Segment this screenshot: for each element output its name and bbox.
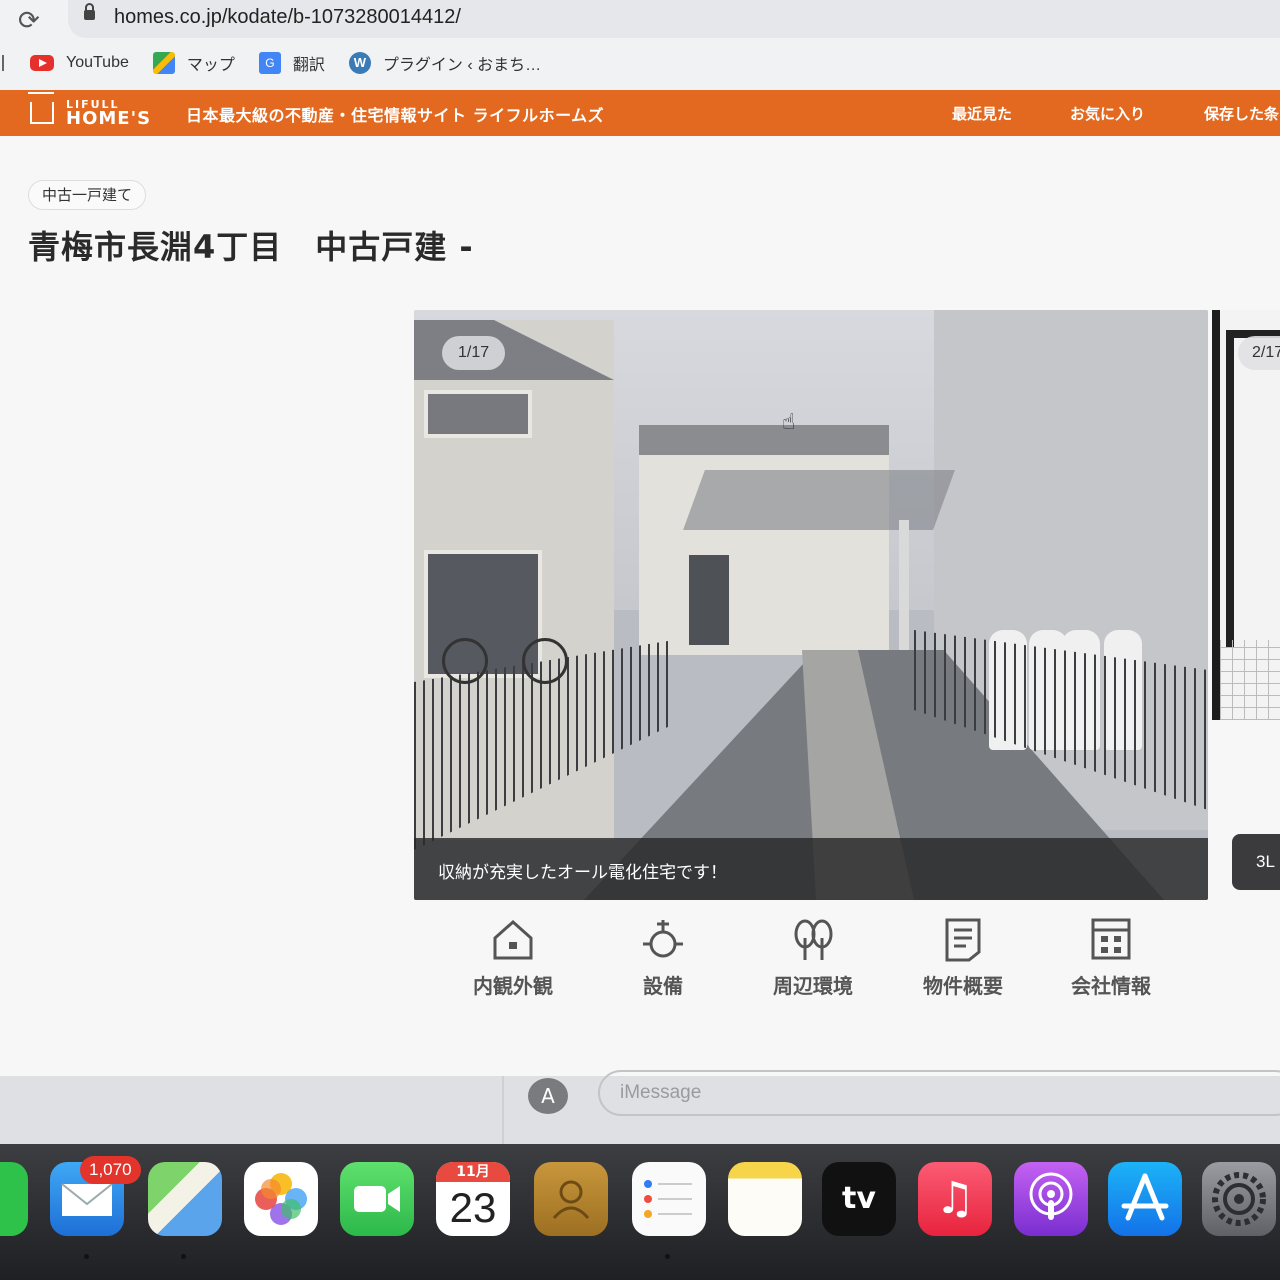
maps-app-icon[interactable] xyxy=(148,1162,222,1236)
app-store-a-icon xyxy=(1121,1173,1169,1221)
photo-roof xyxy=(639,425,889,455)
category-label: 内観外観 xyxy=(473,974,553,998)
site-tagline: 日本最大級の不動産・住宅情報サイト ライフルホームズ xyxy=(186,106,605,125)
bookmark-youtube[interactable]: YouTube xyxy=(30,54,129,72)
main-photo[interactable]: 1/17 ☝ 収納が充実したオール電化住宅です！ xyxy=(414,310,1208,900)
photos-app-icon[interactable] xyxy=(244,1162,318,1236)
trees-icon xyxy=(794,919,833,960)
system-settings-app-icon[interactable] xyxy=(1202,1162,1276,1236)
messages-divider xyxy=(502,1076,504,1144)
apple-tv-app-icon[interactable]: tv xyxy=(822,1162,896,1236)
translate-icon: G xyxy=(258,52,281,74)
facetime-app-icon[interactable] xyxy=(340,1162,414,1236)
site-logo[interactable]: LIFULL HOME'S xyxy=(28,98,158,130)
building-icon xyxy=(1091,918,1131,960)
category-interior-exterior[interactable]: 内観外観 xyxy=(438,916,588,999)
category-surroundings[interactable]: 周辺環境 xyxy=(738,916,888,999)
equipment-icon xyxy=(643,920,683,958)
floorplan-grid xyxy=(1220,640,1280,720)
lock-icon xyxy=(84,3,95,20)
category-badge: 中古一戸建て xyxy=(28,180,147,210)
document-icon xyxy=(945,918,981,962)
video-camera-icon xyxy=(354,1186,400,1212)
reminders-app-icon[interactable] xyxy=(632,1162,706,1236)
photo-bicycle xyxy=(442,620,572,684)
category-property-summary[interactable]: 物件概要 xyxy=(888,916,1038,999)
address-bar[interactable]: homes.co.jp/kodate/b-1073280014412/ xyxy=(68,0,1280,38)
page-title: 青梅市長淵4丁目 中古戸建 - xyxy=(28,228,474,266)
nav-favorites[interactable]: お気に入り xyxy=(1070,103,1145,124)
bookmarks-bar: YouTube マップ G 翻訳 W プラグイン ‹ おまち… xyxy=(0,46,1280,80)
running-indicator xyxy=(181,1254,186,1259)
photos-flower-icon xyxy=(255,1173,307,1225)
calendar-day: 23 xyxy=(449,1184,497,1231)
messages-app-icon[interactable] xyxy=(0,1162,28,1236)
logo-house-icon xyxy=(30,102,54,124)
next-photo-caption: 3L xyxy=(1232,834,1280,890)
nav-saved[interactable]: 保存した条 xyxy=(1204,103,1279,124)
url-text[interactable]: homes.co.jp/kodate/b-1073280014412/ xyxy=(114,6,461,29)
photo-caption: 収納が充実したオール電化住宅です！ xyxy=(438,863,727,883)
bicycle-wheel xyxy=(522,638,568,684)
photo-house-center xyxy=(639,425,889,655)
running-indicator xyxy=(84,1254,89,1259)
macos-dock: 1,070 11月 23 tv ♫ xyxy=(0,1144,1280,1280)
hand-cursor-icon: ☝ xyxy=(782,410,796,435)
browser-chrome: ⟳ homes.co.jp/kodate/b-1073280014412/ Yo… xyxy=(0,0,1280,90)
app-store-apps-icon[interactable]: A xyxy=(528,1078,568,1114)
reload-icon[interactable]: ⟳ xyxy=(18,6,40,36)
calendar-month: 11月 xyxy=(436,1162,510,1182)
logo-text-big: HOME'S xyxy=(66,108,152,129)
contacts-app-icon[interactable] xyxy=(534,1162,608,1236)
category-label: 物件概要 xyxy=(923,974,1003,998)
imessage-input[interactable]: iMessage xyxy=(598,1070,1280,1116)
listing-page: 中古一戸建て 青梅市長淵4丁目 中古戸建 - 1/17 ☝ 収納が充実したオール… xyxy=(0,136,1280,1076)
category-company-info[interactable]: 会社情報 xyxy=(1036,916,1186,999)
floorplan-drawing xyxy=(1226,330,1280,648)
bicycle-wheel xyxy=(442,638,488,684)
music-note-icon: ♫ xyxy=(935,1173,975,1224)
bookmark-translate[interactable]: G 翻訳 xyxy=(258,51,325,75)
running-indicator xyxy=(665,1254,670,1259)
photo-counter: 1/17 xyxy=(442,336,506,370)
category-label: 設備 xyxy=(643,974,683,998)
photo-window xyxy=(424,390,532,438)
category-label: 周辺環境 xyxy=(773,974,853,998)
youtube-icon xyxy=(30,55,54,71)
bookmark-plugin[interactable]: W プラグイン ‹ おまち… xyxy=(348,51,542,75)
photo-caption-bar: 収納が充実したオール電化住宅です！ xyxy=(414,838,1208,900)
podcasts-app-icon[interactable] xyxy=(1014,1162,1088,1236)
bookmark-label: 翻訳 xyxy=(292,57,325,74)
category-nav: 内観外観 設備 周辺環境 物件概要 会社情報 xyxy=(438,916,1198,1016)
calendar-app-icon[interactable]: 11月 23 xyxy=(436,1162,510,1236)
photo-carport xyxy=(683,470,955,530)
category-label: 会社情報 xyxy=(1071,974,1151,998)
checklist-icon xyxy=(644,1180,692,1218)
podcast-icon xyxy=(1029,1172,1073,1220)
gear-icon xyxy=(1212,1172,1266,1226)
maps-icon xyxy=(152,52,175,74)
next-photo-floorplan[interactable] xyxy=(1212,310,1280,720)
mail-badge: 1,070 xyxy=(80,1156,141,1184)
photo-door xyxy=(689,555,729,645)
bookmark-separator xyxy=(2,55,4,71)
bookmark-label: マップ xyxy=(186,57,235,74)
wordpress-icon: W xyxy=(348,52,371,74)
nav-recent[interactable]: 最近見た xyxy=(952,103,1012,124)
app-store-app-icon[interactable] xyxy=(1108,1162,1182,1236)
site-header: LIFULL HOME'S 日本最大級の不動産・住宅情報サイト ライフルホームズ… xyxy=(0,90,1280,136)
tv-label: tv xyxy=(842,1181,876,1216)
next-photo-counter: 2/17 xyxy=(1238,336,1280,370)
bookmark-maps[interactable]: マップ xyxy=(152,51,235,75)
person-icon xyxy=(552,1180,590,1220)
notes-app-icon[interactable] xyxy=(728,1162,802,1236)
bookmark-label: YouTube xyxy=(66,54,129,71)
category-equipment[interactable]: 設備 xyxy=(588,916,738,999)
music-app-icon[interactable]: ♫ xyxy=(918,1162,992,1236)
messages-compose-bar: A iMessage xyxy=(0,1070,1280,1144)
house-icon xyxy=(493,919,533,960)
bookmark-label: プラグイン ‹ おまち… xyxy=(382,57,542,74)
